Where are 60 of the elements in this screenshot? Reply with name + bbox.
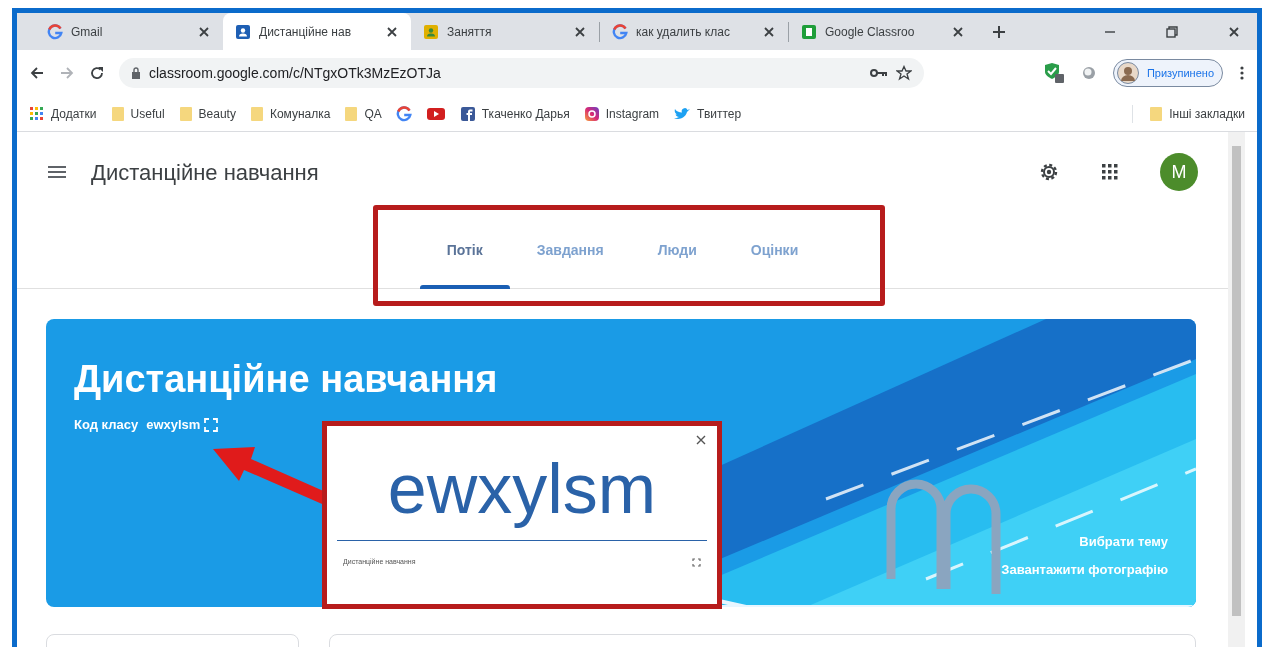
key-icon[interactable] xyxy=(870,67,888,79)
g-logo-icon[interactable] xyxy=(395,105,412,122)
more-vertical-icon[interactable] xyxy=(1239,65,1245,81)
close-icon[interactable] xyxy=(573,24,587,39)
banner-title: Дистанційне навчання xyxy=(74,357,498,402)
browser-tab[interactable]: как удалить клас xyxy=(600,13,788,50)
person-board-icon xyxy=(235,23,251,40)
nav-tab[interactable]: Потік xyxy=(419,212,510,289)
g-logo-icon xyxy=(47,23,63,40)
board-icon xyxy=(801,23,817,40)
restore-icon[interactable] xyxy=(1165,24,1179,39)
fullscreen-icon[interactable] xyxy=(692,557,701,567)
folder-icon xyxy=(344,105,359,122)
close-icon[interactable] xyxy=(695,434,707,446)
browser-tab[interactable]: Дистанційне нав xyxy=(223,13,411,50)
profile-button[interactable]: Призупинено xyxy=(1112,59,1223,87)
folder-icon xyxy=(110,105,125,122)
circle-icon[interactable] xyxy=(1080,65,1097,81)
g-logo-icon xyxy=(612,23,628,40)
close-icon[interactable] xyxy=(951,24,965,39)
close-icon[interactable] xyxy=(1227,24,1241,39)
apps-grid-icon[interactable] xyxy=(1100,162,1120,182)
reload-icon[interactable] xyxy=(89,65,105,81)
folder-icon xyxy=(1149,105,1164,122)
address-bar[interactable]: classroom.google.com/c/NTgxOTk3MzEzOTJa xyxy=(119,58,924,88)
f-square-icon xyxy=(459,105,476,122)
avatar-silhouette-icon xyxy=(1116,62,1139,84)
browser-tab[interactable]: Заняття xyxy=(411,13,599,50)
shield-check-icon[interactable] xyxy=(1042,62,1065,84)
bookmark[interactable]: Ткаченко Дарья xyxy=(459,104,570,123)
bookmark[interactable]: Твиттер xyxy=(673,104,742,123)
bookmark[interactable]: Instagram xyxy=(583,104,660,123)
class-title: Дистанційне навчання xyxy=(91,158,319,187)
bookmarks-folder[interactable]: Інші закладки xyxy=(1132,104,1245,123)
plus-icon[interactable] xyxy=(991,24,1007,40)
close-icon[interactable] xyxy=(762,24,776,39)
back-arrow-icon[interactable] xyxy=(29,65,45,81)
camera-icon xyxy=(583,105,600,122)
account-avatar[interactable]: M xyxy=(1160,153,1198,191)
scrollbar[interactable] xyxy=(1228,132,1245,647)
bookmark[interactable]: Додатки xyxy=(29,104,97,123)
bookmark[interactable]: Useful xyxy=(110,104,165,123)
folder-icon xyxy=(249,105,264,122)
browser-tab[interactable]: Gmail xyxy=(35,13,223,50)
bookmark[interactable]: QA xyxy=(344,104,382,123)
menu-icon[interactable] xyxy=(47,165,67,179)
star-icon[interactable] xyxy=(896,65,912,81)
bookmark[interactable]: Beauty xyxy=(178,104,236,123)
apps-grid-icon xyxy=(29,105,45,122)
bird-icon xyxy=(673,106,692,121)
lock-icon xyxy=(131,67,141,79)
browser-tab[interactable]: Google Classroo xyxy=(789,13,977,50)
folder-icon xyxy=(178,105,193,122)
bookmark[interactable]: Комуналка xyxy=(249,104,331,123)
settings-icon[interactable] xyxy=(1038,161,1060,183)
person-board-icon xyxy=(423,23,439,40)
close-icon[interactable] xyxy=(385,24,399,39)
close-icon[interactable] xyxy=(197,24,211,39)
class-code-label: Код класу xyxy=(74,416,139,434)
play-button-icon[interactable] xyxy=(425,106,446,121)
